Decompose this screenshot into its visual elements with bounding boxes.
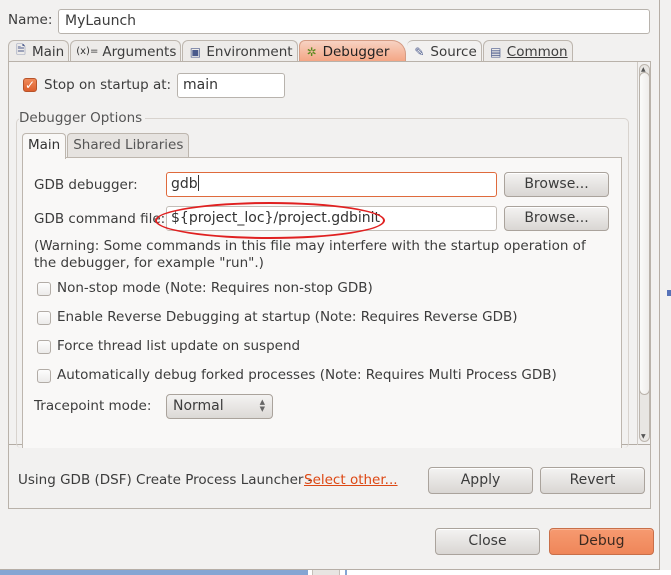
- background-window: [660, 0, 671, 575]
- tracepoint-mode-select[interactable]: Normal ▲ ▼: [166, 394, 273, 419]
- stop-on-startup-input[interactable]: main: [177, 73, 285, 98]
- stop-on-startup-label: Stop on startup at:: [44, 77, 172, 93]
- tab-environment[interactable]: ▣ Environment: [182, 40, 298, 62]
- background-scrollbar-fragment: [312, 570, 340, 575]
- spinner-arrows-icon: ▲ ▼: [259, 398, 265, 413]
- select-other-launcher-link[interactable]: Select other...: [304, 472, 398, 488]
- scroll-down-icon[interactable]: ▼: [641, 433, 646, 440]
- source-icon: ✎: [414, 44, 425, 59]
- tab-main[interactable]: 🗎 Main: [8, 40, 70, 62]
- command-file-warning: (Warning: Some commands in this file may…: [34, 238, 586, 271]
- tab-debugger[interactable]: ✲ Debugger: [298, 40, 407, 62]
- close-button[interactable]: Close: [435, 528, 540, 555]
- tracepoint-mode-label: Tracepoint mode:: [34, 398, 152, 414]
- environment-icon: ▣: [189, 44, 202, 59]
- tab-label: Debugger: [322, 43, 390, 60]
- gdb-debugger-value: gdb: [171, 176, 198, 192]
- text-cursor: [197, 175, 199, 191]
- tab-label: Common: [506, 43, 568, 60]
- apply-button[interactable]: Apply: [428, 467, 533, 494]
- bug-icon: ✲: [306, 44, 317, 59]
- scroll-up-icon[interactable]: ▲: [641, 66, 646, 73]
- gdb-debugger-input[interactable]: gdb: [166, 172, 497, 197]
- tab-label: Main: [32, 43, 65, 60]
- name-input[interactable]: MyLaunch: [58, 9, 650, 34]
- launcher-description: Using GDB (DSF) Create Process Launcher …: [18, 472, 313, 488]
- dialog-bottom-border: [0, 569, 660, 570]
- vertical-scrollbar[interactable]: ▲ ▼: [637, 62, 650, 445]
- tab-arguments[interactable]: (x)= Arguments: [70, 40, 182, 62]
- background-selection-fragment: [345, 570, 347, 575]
- non-stop-mode-label: Non-stop mode (Note: Requires non-stop G…: [57, 280, 373, 296]
- debugger-options-tabs: Main Shared Libraries: [22, 133, 190, 159]
- debug-forked-processes-checkbox[interactable]: [37, 369, 51, 383]
- non-stop-mode-checkbox[interactable]: [37, 282, 51, 296]
- debug-button[interactable]: Debug: [549, 528, 654, 555]
- tab-label: Source: [430, 43, 477, 60]
- reverse-debugging-checkbox[interactable]: [37, 311, 51, 325]
- variable-icon: (x)=: [76, 46, 99, 57]
- tab-shared-libraries[interactable]: Shared Libraries: [67, 133, 190, 158]
- dialog-right-border: [659, 0, 660, 570]
- tab-common[interactable]: ▤ Common: [482, 40, 573, 62]
- gdb-command-file-label: GDB command file:: [34, 211, 166, 227]
- revert-button[interactable]: Revert: [540, 467, 645, 494]
- name-label: Name:: [8, 12, 53, 28]
- background-selection-bar: [0, 570, 308, 575]
- force-thread-update-checkbox[interactable]: [37, 340, 51, 354]
- tracepoint-mode-value: Normal: [173, 398, 224, 414]
- browse-gdb-command-file-button[interactable]: Browse...: [504, 206, 609, 231]
- background-window-fragment: [667, 290, 671, 296]
- tab-source[interactable]: ✎ Source: [407, 40, 482, 62]
- gdb-debugger-label: GDB debugger:: [34, 177, 138, 193]
- scrollbar-thumb[interactable]: [639, 72, 650, 395]
- reverse-debugging-label: Enable Reverse Debugging at startup (Not…: [57, 309, 518, 325]
- tab-options-main[interactable]: Main: [22, 133, 67, 159]
- tab-label: Environment: [206, 43, 293, 60]
- browse-gdb-debugger-button[interactable]: Browse...: [504, 172, 609, 197]
- force-thread-update-label: Force thread list update on suspend: [57, 338, 301, 354]
- gdb-command-file-input[interactable]: ${project_loc}/project.gdbinit: [166, 206, 497, 231]
- document-icon: 🗎: [16, 43, 26, 57]
- table-icon: ▤: [490, 44, 502, 59]
- launch-config-tabs: 🗎 Main (x)= Arguments ▣ Environment ✲ De…: [8, 40, 574, 62]
- debugger-options-label: Debugger Options: [19, 110, 146, 126]
- debug-forked-processes-label: Automatically debug forked processes (No…: [57, 367, 557, 383]
- stop-on-startup-checkbox[interactable]: ✓: [23, 78, 37, 92]
- tab-label: Arguments: [102, 43, 177, 60]
